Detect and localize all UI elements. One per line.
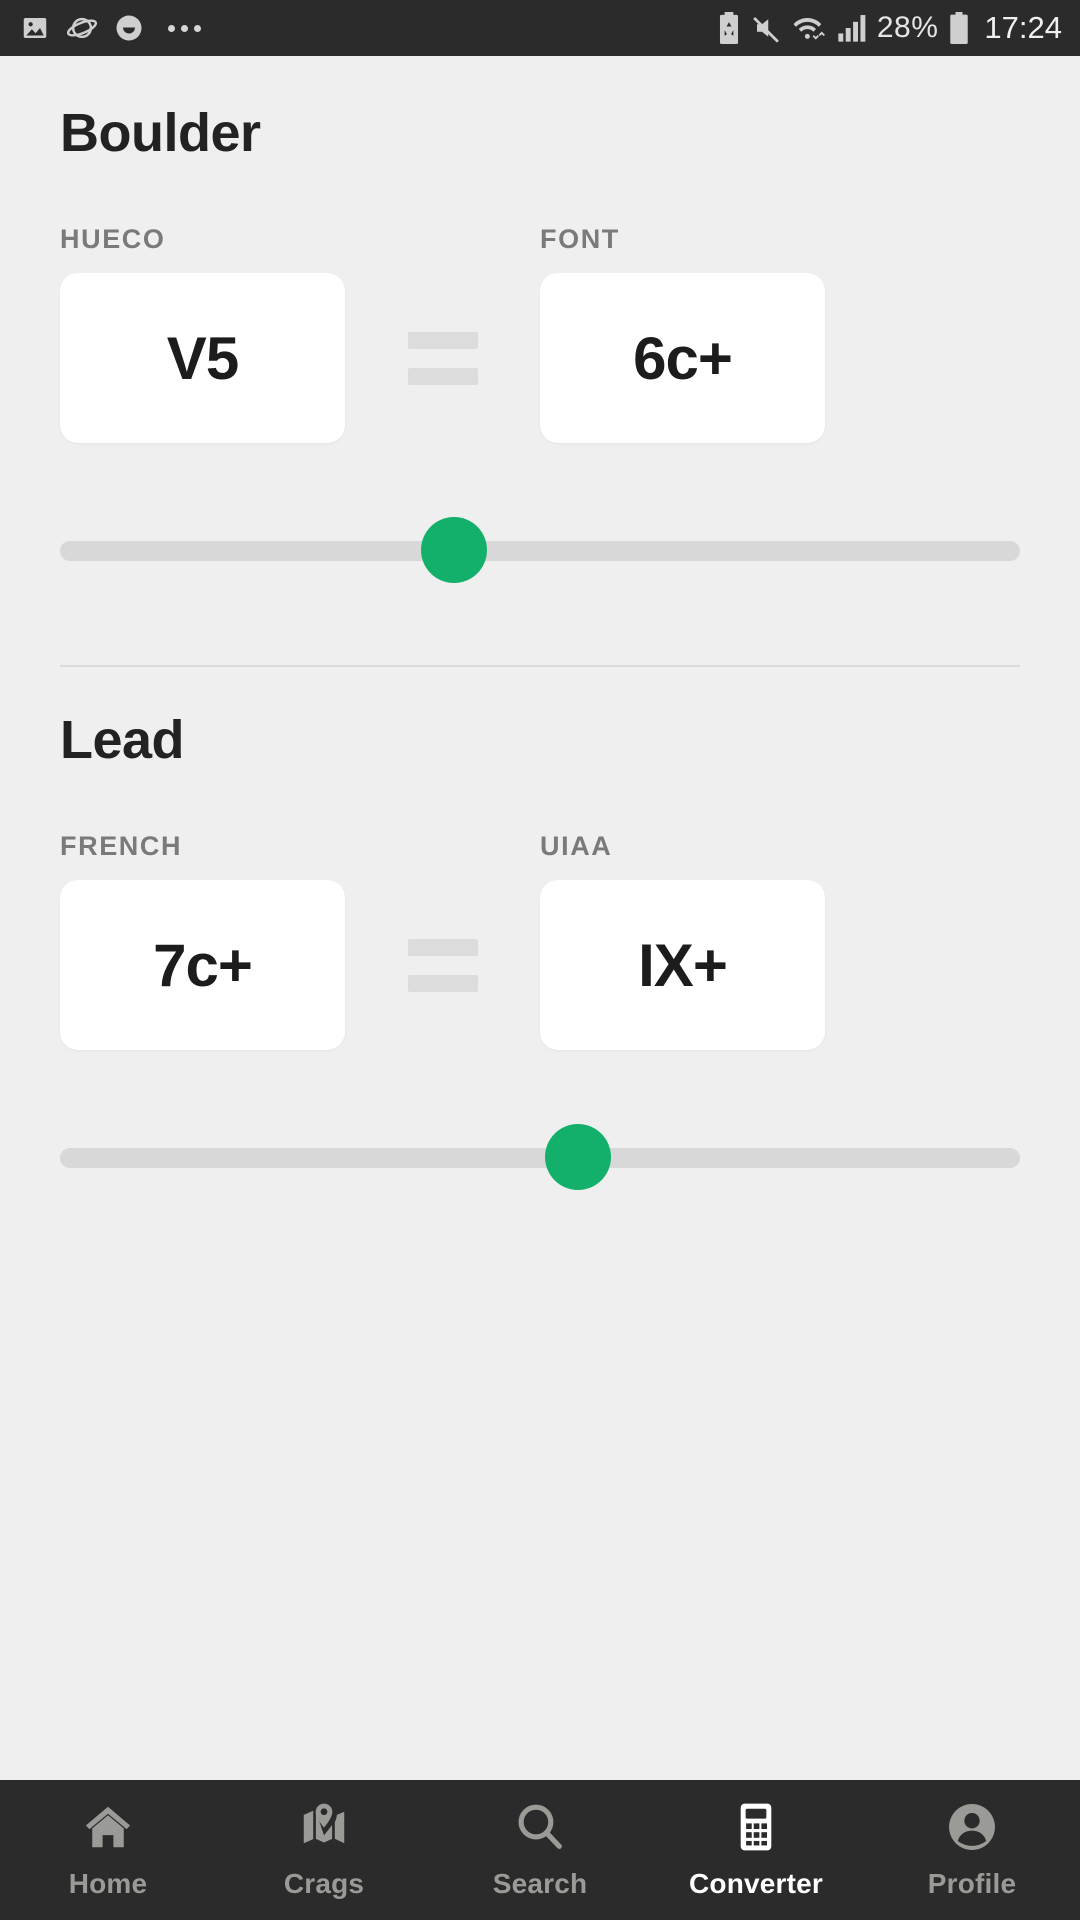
boulder-grade-slider[interactable] xyxy=(60,517,1020,585)
lead-slider-track[interactable] xyxy=(60,1148,1020,1168)
lead-left-grade-card[interactable]: 7c+ xyxy=(60,880,345,1050)
lead-section-title: Lead xyxy=(60,710,185,770)
status-bar: 28% 17:24 xyxy=(0,0,1080,56)
home-icon xyxy=(81,1800,135,1854)
cellular-signal-icon xyxy=(838,15,866,42)
boulder-section: Boulder HUECO FONT V5 6c+ xyxy=(60,56,1020,585)
nav-item-converter[interactable]: Converter xyxy=(648,1780,864,1920)
lead-scale-labels: FRENCH UIAA xyxy=(60,831,1020,862)
nav-label-converter: Converter xyxy=(688,1868,824,1899)
person-icon xyxy=(945,1800,999,1854)
smiley-icon xyxy=(116,15,142,41)
map-pin-icon xyxy=(297,1800,351,1854)
search-icon xyxy=(513,1800,567,1854)
lead-right-grade-value: IX+ xyxy=(638,931,728,999)
nav-label-search: Search xyxy=(492,1868,588,1899)
nav-label-home: Home xyxy=(68,1868,148,1899)
boulder-left-grade-value: V5 xyxy=(166,324,239,392)
status-bar-right-icons: 28% 17:24 xyxy=(717,10,1062,46)
nav-label-profile: Profile xyxy=(927,1868,1017,1899)
nav-label-crags: Crags xyxy=(283,1868,365,1899)
lead-grade-slider[interactable] xyxy=(60,1124,1020,1192)
clock-label: 17:24 xyxy=(984,10,1062,45)
battery-icon xyxy=(950,12,969,44)
lead-right-grade-card[interactable]: IX+ xyxy=(540,880,825,1050)
overflow-dots-icon xyxy=(168,24,201,32)
boulder-left-grade-card[interactable]: V5 xyxy=(60,273,345,443)
lead-slider-thumb[interactable] xyxy=(545,1124,612,1190)
photo-icon xyxy=(23,18,47,38)
lead-section: Lead FRENCH UIAA 7c+ IX+ xyxy=(60,667,1020,1192)
boulder-right-grade-card[interactable]: 6c+ xyxy=(540,273,825,443)
lead-left-grade-value: 7c+ xyxy=(153,931,253,999)
nav-item-home[interactable]: Home xyxy=(0,1780,216,1920)
lead-right-scale-label: UIAA xyxy=(540,831,613,861)
bottom-navigation-bar: Home Crags Search Converter Profile xyxy=(0,1780,1080,1920)
equals-icon xyxy=(345,331,540,385)
nav-item-profile[interactable]: Profile xyxy=(864,1780,1080,1920)
boulder-grade-cards: V5 6c+ xyxy=(60,273,1020,443)
equals-icon xyxy=(345,938,540,992)
volume-mute-icon xyxy=(753,17,779,43)
nav-item-crags[interactable]: Crags xyxy=(216,1780,432,1920)
converter-content: Boulder HUECO FONT V5 6c+ Lead FRENCH UI… xyxy=(0,56,1080,1780)
boulder-slider-thumb[interactable] xyxy=(420,517,487,583)
wifi-icon xyxy=(793,18,825,41)
boulder-left-scale-label: HUECO xyxy=(60,224,166,254)
calculator-icon xyxy=(729,1800,783,1854)
boulder-scale-labels: HUECO FONT xyxy=(60,224,1020,255)
boulder-slider-track[interactable] xyxy=(60,541,1020,561)
battery-percent-label: 28% xyxy=(876,11,939,44)
lead-grade-cards: 7c+ IX+ xyxy=(60,880,1020,1050)
battery-saver-icon xyxy=(719,12,738,44)
boulder-right-scale-label: FONT xyxy=(540,224,620,254)
nav-item-search[interactable]: Search xyxy=(432,1780,648,1920)
boulder-section-title: Boulder xyxy=(60,103,261,163)
opera-planet-icon xyxy=(66,17,98,39)
status-bar-left-icons xyxy=(20,13,201,43)
lead-left-scale-label: FRENCH xyxy=(60,831,183,861)
boulder-right-grade-value: 6c+ xyxy=(633,324,733,392)
